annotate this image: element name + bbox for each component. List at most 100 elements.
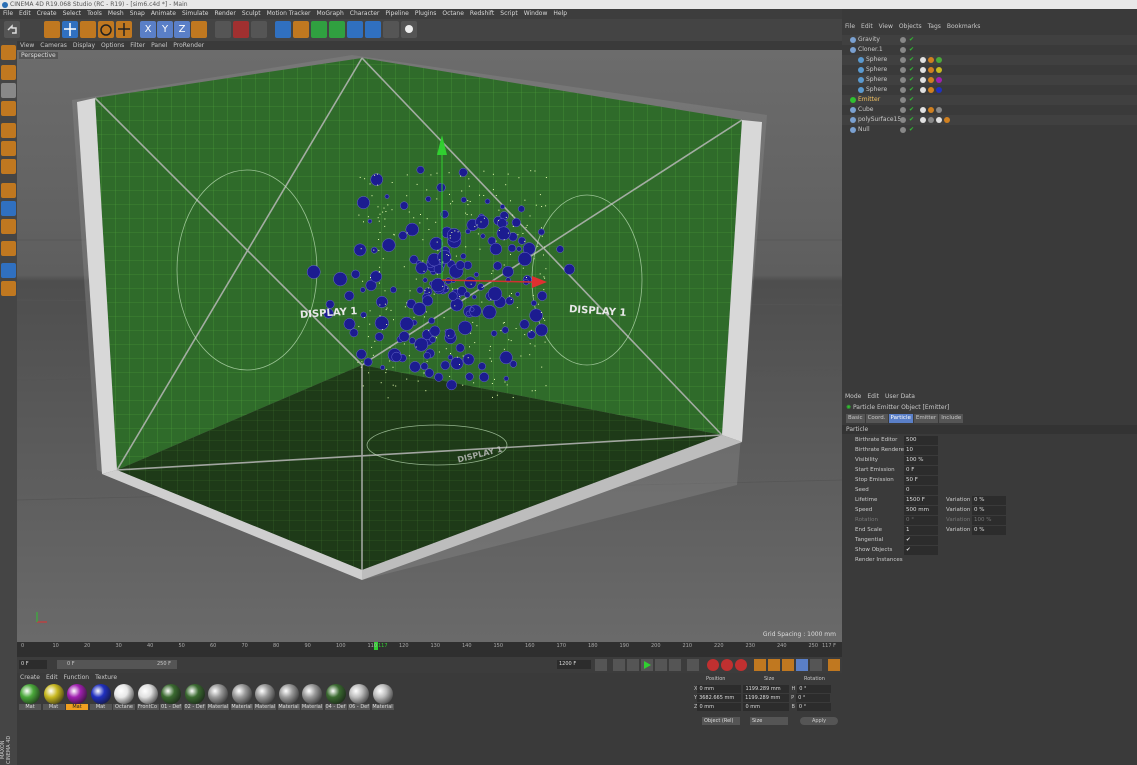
menu-help[interactable]: Help <box>553 10 567 17</box>
param-value-field[interactable]: 0 F <box>904 466 938 475</box>
tab-particle[interactable]: Particle <box>888 414 913 423</box>
key-scale-button[interactable] <box>768 659 780 671</box>
viewport-menu-options[interactable]: Options <box>101 42 124 49</box>
visibility-toggle-icon[interactable] <box>900 87 906 93</box>
viewport-menu-display[interactable]: Display <box>73 42 95 49</box>
visibility-toggle-icon[interactable] <box>900 37 906 43</box>
menu-mesh[interactable]: Mesh <box>108 10 124 17</box>
object-tag-icon[interactable] <box>928 67 934 73</box>
param-value-field[interactable]: 1 <box>904 526 938 535</box>
material-menu-texture[interactable]: Texture <box>95 674 117 681</box>
y-axis-lock-button[interactable]: Y <box>157 21 173 38</box>
material-swatch[interactable]: Material <box>371 684 394 710</box>
camera-label[interactable]: Perspective <box>19 52 58 59</box>
start-frame-field[interactable]: 0 F <box>19 660 47 669</box>
apply-button[interactable]: Apply <box>800 717 838 725</box>
tab-coord[interactable]: Coord. <box>865 414 888 423</box>
object-row[interactable]: Gravity ✔ <box>842 35 1137 45</box>
points-mode-icon[interactable] <box>1 123 16 138</box>
param-value-field[interactable]: 500 mm <box>904 506 938 515</box>
enable-check-icon[interactable]: ✔ <box>909 75 914 85</box>
menu-character[interactable]: Character <box>350 10 380 17</box>
enable-check-icon[interactable]: ✔ <box>909 105 914 115</box>
enable-check-icon[interactable]: ✔ <box>909 95 914 105</box>
variation-field[interactable]: 0 % <box>972 506 1006 515</box>
visibility-toggle-icon[interactable] <box>900 107 906 113</box>
object-tag-icon[interactable] <box>920 67 926 73</box>
material-swatch[interactable]: Material <box>254 684 276 710</box>
object-row[interactable]: polySurface15 ✔ <box>842 115 1137 125</box>
key-position-button[interactable] <box>754 659 766 671</box>
material-menu-function[interactable]: Function <box>64 674 90 681</box>
enable-check-icon[interactable]: ✔ <box>909 65 914 75</box>
object-tag-icon[interactable] <box>936 67 942 73</box>
viewport-menu-prorender[interactable]: ProRender <box>173 42 204 49</box>
workplane-icon[interactable] <box>1 101 16 116</box>
tab-basic[interactable]: Basic <box>846 414 865 423</box>
object-tag-icon[interactable] <box>920 57 926 63</box>
menu-simulate[interactable]: Simulate <box>182 10 209 17</box>
prev-key-button[interactable] <box>613 659 625 671</box>
object-tag-icon[interactable] <box>928 77 934 83</box>
object-row[interactable]: Emitter ✔ <box>842 95 1137 105</box>
viewport-menu-panel[interactable]: Panel <box>151 42 167 49</box>
size-field[interactable]: 0 mm <box>743 703 790 711</box>
material-menu-edit[interactable]: Edit <box>46 674 58 681</box>
live-selection-icon[interactable] <box>44 21 60 38</box>
material-swatch[interactable]: Mat <box>19 684 41 710</box>
scale-tool-icon[interactable] <box>80 21 96 38</box>
keyframe-selection-button[interactable] <box>735 659 747 671</box>
menu-snap[interactable]: Snap <box>130 10 145 17</box>
solo-icon[interactable] <box>1 241 16 256</box>
viewport-menu-cameras[interactable]: Cameras <box>40 42 67 49</box>
param-value-field[interactable]: 50 F <box>904 476 938 485</box>
menu-motion-tracker[interactable]: Motion Tracker <box>267 10 311 17</box>
menu-window[interactable]: Window <box>524 10 548 17</box>
param-value-field[interactable]: 0 <box>904 486 938 495</box>
param-value-field[interactable]: ✔ <box>904 546 938 555</box>
object-menu-view[interactable]: View <box>879 23 893 30</box>
object-row[interactable]: Sphere ✔ <box>842 55 1137 65</box>
object-menu-tags[interactable]: Tags <box>928 23 941 30</box>
size-field[interactable]: 1199.289 mm <box>743 694 790 702</box>
autokey-button[interactable] <box>721 659 733 671</box>
render-settings-icon[interactable] <box>251 21 267 38</box>
menu-file[interactable]: File <box>3 10 13 17</box>
object-row[interactable]: Sphere ✔ <box>842 85 1137 95</box>
menu-animate[interactable]: Animate <box>151 10 176 17</box>
object-menu-objects[interactable]: Objects <box>899 23 922 30</box>
enable-check-icon[interactable]: ✔ <box>909 45 914 55</box>
subdivision-icon[interactable] <box>311 21 327 38</box>
make-editable-icon[interactable] <box>1 45 16 60</box>
prev-frame-button[interactable] <box>627 659 639 671</box>
floor-icon[interactable] <box>365 21 381 38</box>
viewport-menu-view[interactable]: View <box>20 42 34 49</box>
rotate-tool-icon[interactable] <box>98 21 114 38</box>
menu-render[interactable]: Render <box>214 10 235 17</box>
object-tag-icon[interactable] <box>920 87 926 93</box>
enable-check-icon[interactable]: ✔ <box>909 55 914 65</box>
material-menu-create[interactable]: Create <box>20 674 40 681</box>
size-field[interactable]: 1199.289 mm <box>743 685 790 693</box>
timeline-window-button[interactable] <box>828 659 840 671</box>
enable-check-icon[interactable]: ✔ <box>909 115 914 125</box>
variation-field[interactable]: 0 % <box>972 496 1006 505</box>
object-tag-icon[interactable] <box>920 117 926 123</box>
coord-mode-select[interactable]: Object (Rel) <box>702 717 740 725</box>
record-button[interactable] <box>707 659 719 671</box>
material-swatch[interactable]: Mat <box>42 684 65 710</box>
material-swatch[interactable]: Mat <box>89 684 112 710</box>
key-pla-button[interactable] <box>810 659 822 671</box>
visibility-toggle-icon[interactable] <box>900 97 906 103</box>
material-swatch[interactable]: Material <box>230 684 253 710</box>
variation-field[interactable]: 0 % <box>972 526 1006 535</box>
object-tag-icon[interactable] <box>936 57 942 63</box>
menu-edit[interactable]: Edit <box>19 10 31 17</box>
axis-mode-icon[interactable] <box>1 183 16 198</box>
visibility-toggle-icon[interactable] <box>900 57 906 63</box>
position-field[interactable]: 0 mm <box>697 685 742 693</box>
camera-icon[interactable] <box>383 21 399 38</box>
coord-size-select[interactable]: Size <box>750 717 788 725</box>
end-frame-field[interactable]: 1200 F <box>557 660 591 669</box>
next-key-button[interactable] <box>669 659 681 671</box>
